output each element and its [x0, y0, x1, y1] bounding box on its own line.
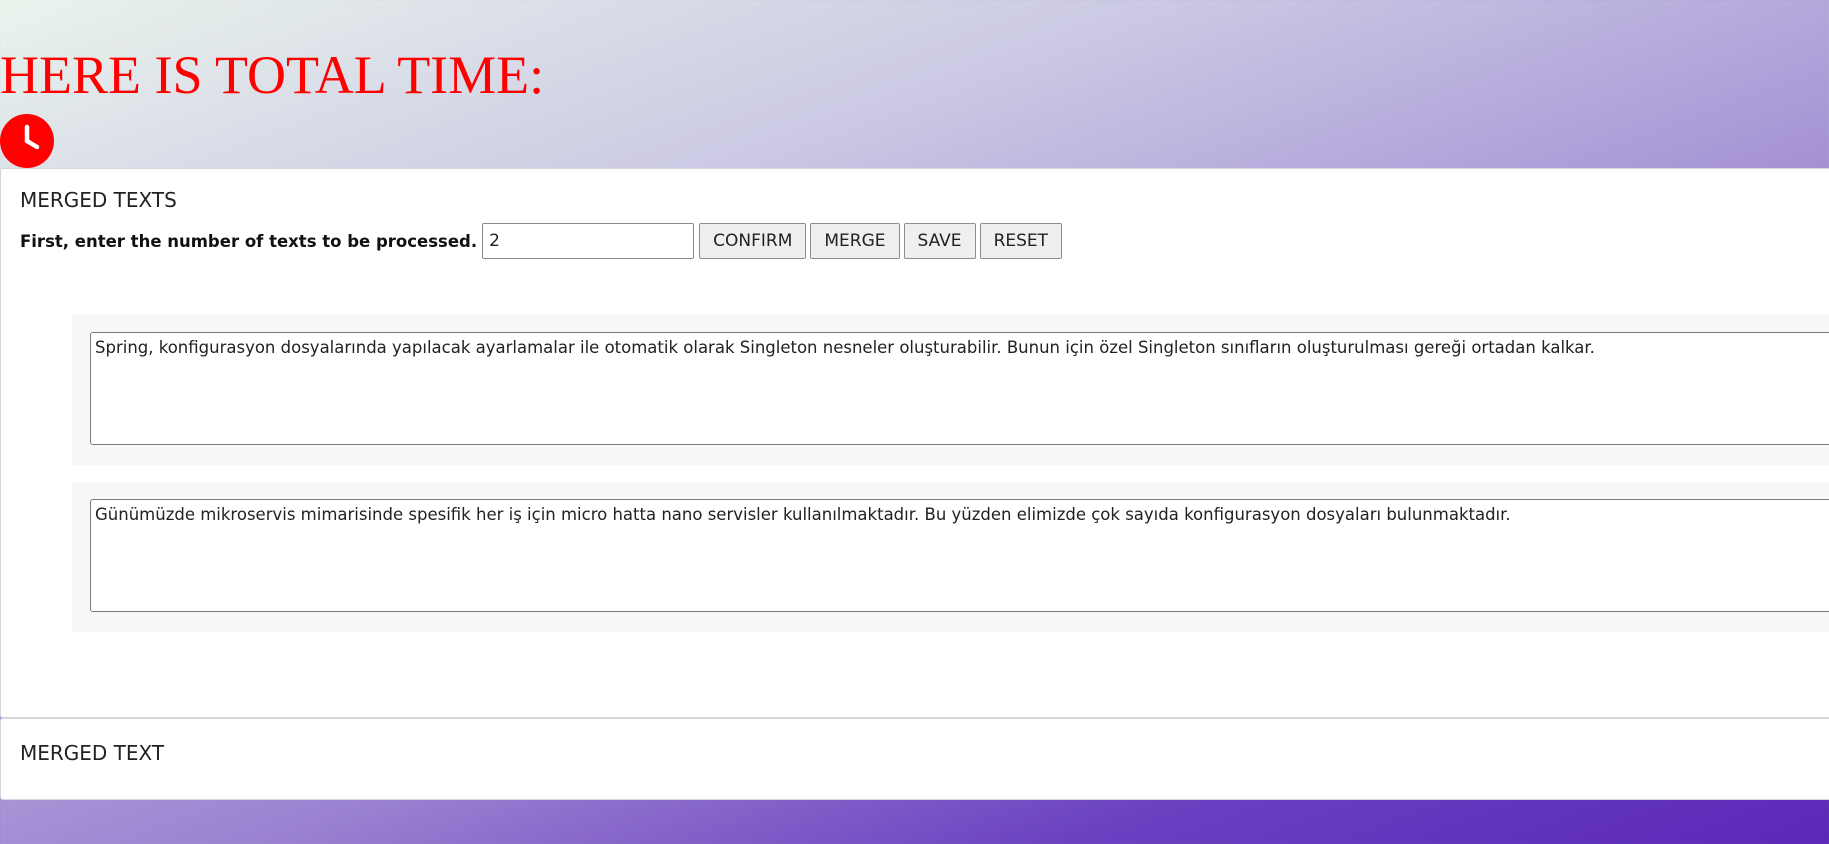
clock-icon — [0, 114, 54, 168]
text-block: Günümüzde mikroservis mimarisinde spesif… — [72, 482, 1829, 632]
text-block: Spring, konfigurasyon dosyalarında yapıl… — [72, 315, 1829, 465]
merged-text-heading: MERGED TEXT — [20, 741, 165, 765]
text-input-1[interactable]: Spring, konfigurasyon dosyalarında yapıl… — [90, 332, 1829, 445]
merged-texts-panel: MERGED TEXTS First, enter the number of … — [0, 168, 1829, 718]
text-input-2[interactable]: Günümüzde mikroservis mimarisinde spesif… — [90, 499, 1829, 612]
save-button[interactable]: SAVE — [903, 223, 976, 259]
text-count-label: First, enter the number of texts to be p… — [20, 231, 478, 251]
merged-texts-heading: MERGED TEXTS — [20, 188, 177, 212]
confirm-button[interactable]: CONFIRM — [699, 223, 807, 259]
merge-button[interactable]: MERGE — [810, 223, 900, 259]
reset-button[interactable]: RESET — [979, 223, 1063, 259]
text-count-controls: First, enter the number of texts to be p… — [20, 223, 1066, 259]
text-count-input[interactable] — [482, 223, 695, 259]
merged-text-panel: MERGED TEXT — [0, 718, 1829, 800]
total-time-title: HERE IS TOTAL TIME: — [0, 45, 545, 105]
